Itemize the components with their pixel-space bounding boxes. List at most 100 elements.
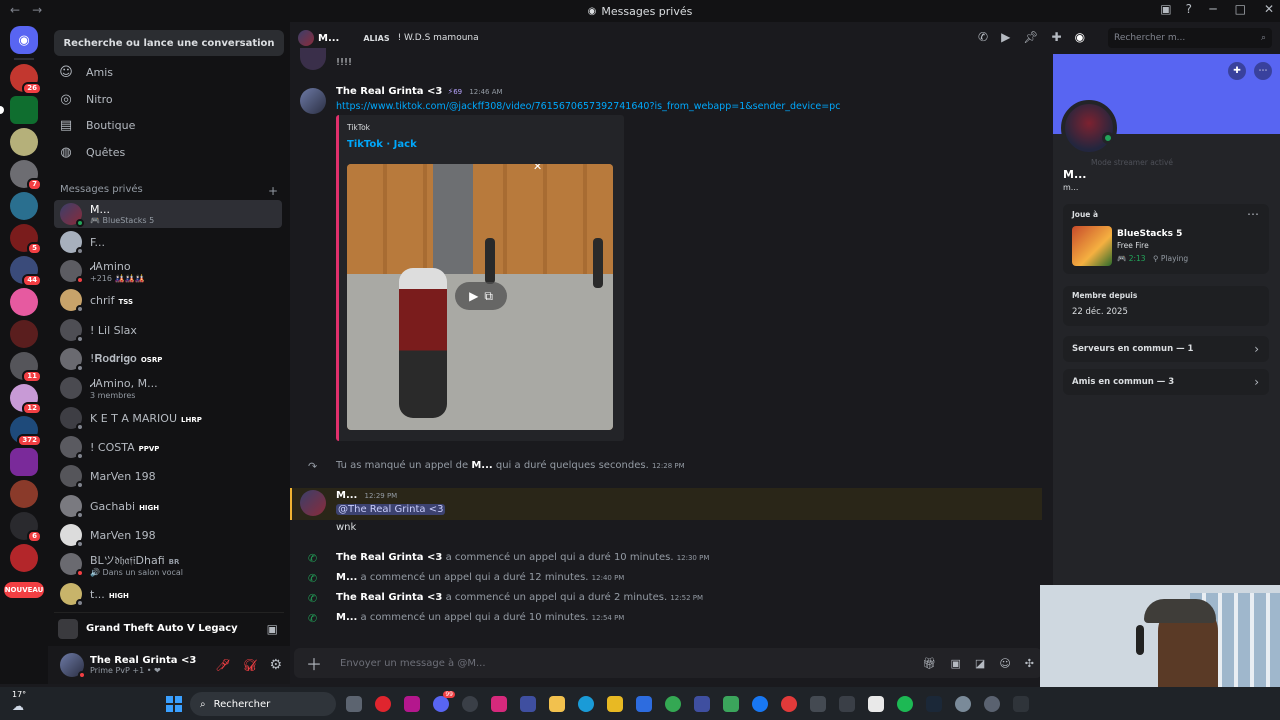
- spotify-icon[interactable]: [897, 696, 913, 712]
- dm-item[interactable]: MarVen 198: [54, 521, 282, 549]
- dm-item[interactable]: ᏗᎪmino, M... 3 membres: [54, 374, 282, 402]
- bluestacks-icon[interactable]: [723, 696, 739, 712]
- forward-arrow-icon[interactable]: →: [32, 3, 42, 17]
- dm-item[interactable]: ! COSTA PPVP: [54, 433, 282, 461]
- apps-icon[interactable]: ✣: [1025, 657, 1034, 670]
- back-arrow-icon[interactable]: ←: [10, 3, 20, 17]
- nav-item-friends[interactable]: ☺ Amis: [58, 61, 113, 83]
- epic-games-icon[interactable]: [839, 696, 855, 712]
- server-icon[interactable]: [10, 448, 38, 476]
- discord-icon[interactable]: 99: [433, 691, 455, 712]
- app-icon[interactable]: [520, 696, 536, 712]
- server-icon[interactable]: 7: [10, 160, 42, 191]
- server-icon[interactable]: [10, 544, 38, 572]
- app-icon[interactable]: [1013, 696, 1029, 712]
- direct-messages-button[interactable]: ◉: [10, 26, 38, 54]
- server-icon[interactable]: 11: [10, 352, 42, 383]
- app-icon[interactable]: [984, 696, 1000, 712]
- app-icon[interactable]: [404, 696, 420, 712]
- composer-placeholder[interactable]: Envoyer un message à @M...: [340, 658, 486, 669]
- avatar[interactable]: [300, 88, 326, 114]
- dm-item[interactable]: F...: [54, 228, 282, 256]
- user-mention[interactable]: @The Real Grinta <3: [336, 504, 446, 515]
- gif-icon[interactable]: ▣: [951, 657, 961, 670]
- gift-icon[interactable]: 🎁︎: [923, 657, 937, 670]
- deafen-icon[interactable]: 🎧︎̸: [242, 658, 257, 672]
- avatar[interactable]: [60, 653, 86, 679]
- app-icon[interactable]: [810, 696, 826, 712]
- sticker-icon[interactable]: ◪: [975, 657, 985, 670]
- dm-item[interactable]: t... HIGH: [54, 580, 282, 608]
- server-icon[interactable]: 5: [10, 224, 42, 255]
- dm-item[interactable]: !𝐑𝐨𝐝𝐫𝐢𝐠𝐨 OSRP: [54, 345, 282, 373]
- add-dm-icon[interactable]: +: [268, 184, 278, 198]
- mutual-friends-button[interactable]: Amis en commun — 3 ›: [1063, 369, 1269, 395]
- server-icon[interactable]: 372: [10, 416, 42, 447]
- nav-item-nitro[interactable]: ◎ Nitro: [58, 88, 112, 110]
- close-icon[interactable]: ✕: [533, 164, 542, 173]
- video-thumbnail[interactable]: ▶ ⧉ ✕: [347, 164, 613, 430]
- mutual-servers-button[interactable]: Serveurs en commun — 1 ›: [1063, 336, 1269, 362]
- dm-item[interactable]: K E T A MARIOU LHRP: [54, 404, 282, 432]
- facebook-icon[interactable]: [752, 696, 768, 712]
- avatar[interactable]: [300, 490, 326, 516]
- opera-icon[interactable]: [375, 696, 391, 712]
- embed-title[interactable]: TikTok · Jack: [347, 139, 417, 150]
- message-composer[interactable]: ＋ Envoyer un message à @M... 🎁︎ ▣ ◪ ☺ ✣: [294, 648, 1042, 678]
- start-button[interactable]: [166, 696, 182, 712]
- server-icon[interactable]: [0, 96, 38, 124]
- dm-item[interactable]: ᏗᎪmino +216 🎎🎎🎎: [54, 257, 282, 285]
- message-author[interactable]: The Real Grinta <3: [336, 86, 442, 97]
- dm-item[interactable]: chrif TSS: [54, 286, 282, 314]
- add-friend-icon[interactable]: ✚: [1228, 62, 1246, 80]
- app-icon[interactable]: [868, 696, 884, 712]
- app-icon[interactable]: [607, 696, 623, 712]
- stream-icon[interactable]: ▣: [267, 622, 278, 636]
- server-icon[interactable]: 26: [10, 64, 42, 95]
- server-icon[interactable]: 12: [10, 384, 42, 415]
- maximize-icon[interactable]: □: [1235, 2, 1246, 16]
- new-badge[interactable]: NOUVEAU: [4, 582, 44, 598]
- steam-icon[interactable]: [926, 696, 942, 712]
- edge-icon[interactable]: [578, 696, 594, 712]
- dm-item[interactable]: BLツ𝔡𝔥𝔞𝔣𝔦Dhafi BR 🔊 Dans un salon vocal: [54, 550, 282, 578]
- app-icon[interactable]: [636, 696, 652, 712]
- add-attachment-icon[interactable]: ＋: [306, 651, 322, 675]
- help-icon[interactable]: ?: [1186, 2, 1192, 16]
- weather-widget[interactable]: 17° ☁: [12, 690, 26, 713]
- server-icon[interactable]: 44: [10, 256, 42, 287]
- more-options-icon[interactable]: ⋯: [1254, 62, 1272, 80]
- server-icon[interactable]: [10, 192, 38, 220]
- nav-item-shop[interactable]: ▤ Boutique: [58, 114, 136, 136]
- settings-icon[interactable]: [955, 696, 971, 712]
- more-options-icon[interactable]: ⋯: [1247, 207, 1259, 221]
- server-icon[interactable]: [10, 128, 38, 156]
- app-icon[interactable]: [694, 696, 710, 712]
- taskbar-search[interactable]: ⌕ Rechercher: [190, 692, 336, 716]
- dm-item[interactable]: M... 🎮 BlueStacks 5: [54, 200, 282, 228]
- chrome-icon[interactable]: [665, 696, 681, 712]
- dm-item[interactable]: Gachabi HIGH: [54, 492, 282, 520]
- record-icon[interactable]: [781, 696, 797, 712]
- server-icon[interactable]: [10, 320, 38, 348]
- server-icon[interactable]: 6: [10, 512, 42, 543]
- mute-icon[interactable]: 🎤︎̸: [215, 658, 230, 672]
- task-view-icon[interactable]: [346, 696, 362, 712]
- play-button[interactable]: ▶ ⧉: [455, 282, 507, 310]
- settings-gear-icon[interactable]: ⚙: [269, 657, 282, 673]
- server-icon[interactable]: [10, 480, 38, 508]
- inbox-icon[interactable]: ▣: [1160, 2, 1171, 16]
- instagram-icon[interactable]: [491, 696, 507, 712]
- nav-item-quests[interactable]: ◍ Quêtes: [58, 141, 125, 163]
- close-icon[interactable]: ✕: [1264, 2, 1274, 16]
- game-activity-bar[interactable]: Grand Theft Auto V Legacy ▣: [54, 612, 284, 644]
- avatar[interactable]: [1061, 100, 1117, 156]
- github-icon[interactable]: [462, 696, 478, 712]
- dm-item[interactable]: MarVen 198: [54, 462, 282, 490]
- dm-item[interactable]: ! Lil Slax: [54, 316, 282, 344]
- message-link[interactable]: https://www.tiktok.com/@jackff308/video/…: [336, 101, 840, 112]
- minimize-icon[interactable]: ─: [1209, 2, 1216, 16]
- emoji-icon[interactable]: ☺: [999, 657, 1010, 670]
- server-icon[interactable]: [10, 288, 38, 316]
- find-conversation-button[interactable]: Recherche ou lance une conversation: [54, 30, 284, 56]
